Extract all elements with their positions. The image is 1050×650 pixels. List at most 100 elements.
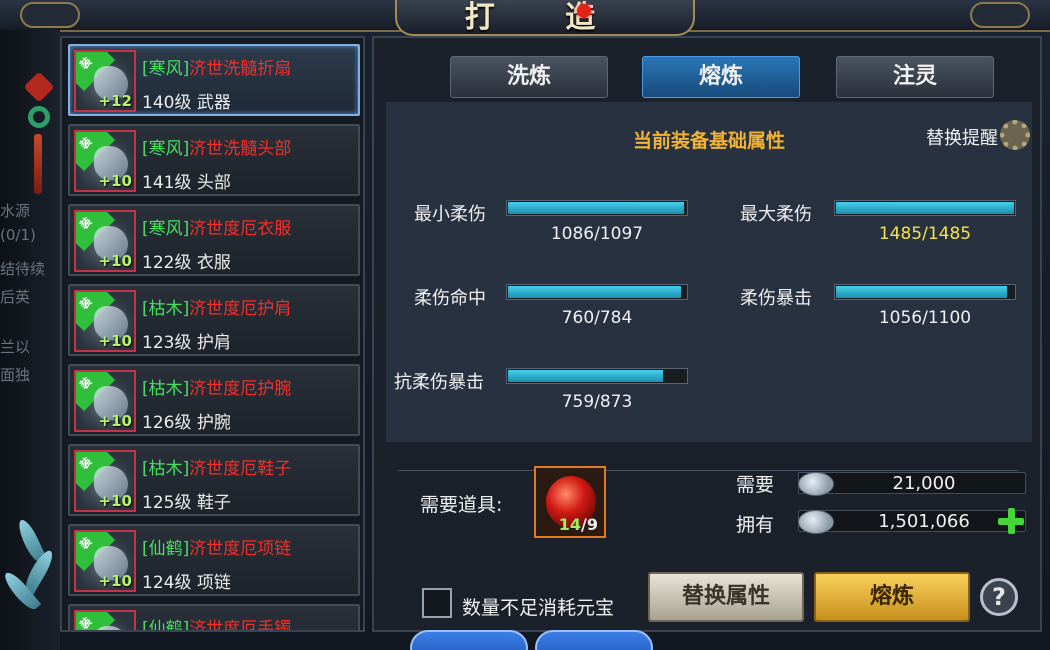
enhance-level: +10: [98, 172, 132, 190]
equipment-tag: [枯木]: [142, 379, 190, 399]
smelt-button[interactable]: 熔炼: [814, 572, 970, 622]
equipment-list-item[interactable]: 装 +10 [枯木]济世度厄护腕 126级 护腕: [68, 364, 360, 436]
title-plate: 打 造: [395, 0, 695, 36]
enhance-level: +10: [98, 572, 132, 590]
equipment-name: [仙鹤]济世度厄手镯: [142, 614, 292, 632]
plant-decoration-icon: [0, 517, 60, 630]
equipment-icon: 装: [74, 610, 136, 630]
replace-remind-label[interactable]: 替换提醒: [926, 124, 998, 150]
equipment-level: 126级 护腕: [142, 413, 231, 433]
bottom-button-left[interactable]: [410, 630, 528, 650]
equipment-image: [94, 626, 128, 630]
stat-value-crit: 1056/1100: [878, 308, 972, 328]
enhance-level: +10: [98, 252, 132, 270]
stat-bar-min-damage: [506, 200, 688, 216]
stat-bar-crit-resist: [506, 368, 688, 384]
equipment-list-item[interactable]: 装 +10 [枯木]济世度厄护肩 123级 护肩: [68, 284, 360, 356]
equipment-tag: [寒风]: [142, 139, 190, 159]
equipment-title: 济世度厄护腕: [189, 379, 292, 399]
stat-label-min-damage: 最小柔伤: [414, 204, 486, 225]
stat-label-max-damage: 最大柔伤: [740, 204, 812, 225]
replace-attributes-button[interactable]: 替换属性: [648, 572, 804, 622]
divider: [398, 470, 1018, 471]
silver-icon: [798, 510, 834, 534]
equipment-title: 济世度厄手镯: [189, 619, 292, 632]
equipment-icon: 装 +10: [74, 450, 136, 512]
equipment-title: 济世度厄护肩: [189, 299, 292, 319]
equipment-level: 122级 衣服: [142, 253, 231, 273]
use-gold-checkbox[interactable]: [422, 588, 452, 618]
bg-text-3: 结待续: [0, 260, 46, 278]
corner-ornament-right: [970, 2, 1030, 28]
tab-infuse[interactable]: 注灵: [836, 56, 994, 98]
equipment-list-item[interactable]: 装 +12 [寒风]济世洗髓折扇 140级 武器: [68, 44, 360, 116]
equipment-level: 140级 武器: [142, 93, 231, 113]
equipment-title: 济世度厄鞋子: [189, 459, 292, 479]
stat-bar-max-damage: [834, 200, 1016, 216]
stat-label-crit: 柔伤暴击: [740, 288, 812, 309]
equipment-name: [枯木]济世度厄护腕: [142, 374, 291, 399]
equipment-icon: 装 +10: [74, 370, 136, 432]
equipment-title: 济世洗髓头部: [189, 139, 292, 159]
stat-fill: [508, 202, 685, 214]
enhance-level: +10: [98, 332, 132, 350]
equipment-icon: 装 +10: [74, 130, 136, 192]
required-item-label: 需要道具:: [420, 494, 503, 516]
tab-refine[interactable]: 洗炼: [450, 56, 608, 98]
gear-icon[interactable]: [1000, 120, 1030, 150]
bg-text-5: 兰以: [0, 338, 31, 356]
stat-fill: [508, 286, 681, 298]
equipment-title: 济世度厄项链: [189, 539, 292, 559]
material-have: 14: [558, 515, 582, 534]
equipment-name: [仙鹤]济世度厄项链: [142, 534, 291, 559]
equipment-title: 济世洗髓折扇: [189, 59, 292, 79]
equipment-name: [寒风]济世度厄衣服: [142, 214, 291, 239]
stat-value-min-damage: 1086/1097: [550, 224, 644, 244]
equipment-level: 125级 鞋子: [142, 493, 231, 513]
stat-fill: [836, 202, 1014, 214]
equipment-list-item[interactable]: 装 +10 [寒风]济世洗髓头部 141级 头部: [68, 124, 360, 196]
use-gold-checkbox-label: 数量不足消耗元宝: [462, 597, 615, 619]
smelt-panel: 洗炼 熔炼 注灵 当前装备基础属性 替换提醒 最小柔伤 1086/1097 最大…: [372, 36, 1042, 632]
window-title: 打 造: [464, 0, 626, 35]
enhance-level: +10: [98, 492, 132, 510]
bg-text-6: 面独: [0, 366, 31, 384]
help-icon[interactable]: ?: [980, 578, 1018, 616]
stat-fill: [836, 286, 1007, 298]
stat-label-hit: 柔伤命中: [414, 288, 486, 309]
equipment-level: 124级 项链: [142, 573, 231, 593]
stat-bar-crit: [834, 284, 1016, 300]
equipment-icon: 装 +12: [74, 50, 136, 112]
bg-text-2: (0/1): [0, 226, 36, 244]
equipment-list-item[interactable]: 装 +10 [枯木]济世度厄鞋子 125级 鞋子: [68, 444, 360, 516]
equipment-name: [寒风]济世洗髓头部: [142, 134, 291, 159]
enhance-level: +12: [98, 92, 132, 110]
need-value: 21,000: [892, 473, 956, 494]
equipment-list-item[interactable]: 装 +10 [仙鹤]济世度厄项链 124级 项链: [68, 524, 360, 596]
equipment-icon: 装 +10: [74, 290, 136, 352]
enhance-level: +10: [98, 412, 132, 430]
notification-dot: [577, 4, 591, 18]
bottom-button-right[interactable]: [535, 630, 653, 650]
stat-fill: [508, 370, 663, 382]
material-slot[interactable]: 14/9: [534, 466, 606, 538]
need-label: 需要: [736, 474, 775, 496]
equipment-list-item[interactable]: 装 [仙鹤]济世度厄手镯: [68, 604, 360, 632]
equipment-tag: [枯木]: [142, 459, 190, 479]
material-need: /9: [581, 515, 598, 534]
equipment-list-item[interactable]: 装 +10 [寒风]济世度厄衣服 122级 衣服: [68, 204, 360, 276]
equipment-level: 123级 护肩: [142, 333, 231, 353]
equipment-tag: [寒风]: [142, 219, 190, 239]
own-label: 拥有: [736, 514, 775, 536]
equipment-name: [寒风]济世洗髓折扇: [142, 54, 291, 79]
forge-window: 打 造 水源 (0/1) 结待续 后英 兰以 面独 装 +12 [寒风]济世洗髓折扇…: [0, 0, 1050, 650]
tab-smelt[interactable]: 熔炼: [642, 56, 800, 98]
stat-value-max-damage: 1485/1485: [878, 224, 972, 244]
plus-icon[interactable]: [998, 508, 1024, 534]
equipment-tag: [寒风]: [142, 59, 190, 79]
equipment-title: 济世度厄衣服: [189, 219, 292, 239]
equipment-name: [枯木]济世度厄鞋子: [142, 454, 291, 479]
equipment-icon: 装 +10: [74, 530, 136, 592]
equipment-list[interactable]: 装 +12 [寒风]济世洗髓折扇 140级 武器装 +10 [寒风]济世洗髓头部 141级 …: [60, 36, 365, 632]
equipment-name: [枯木]济世度厄护肩: [142, 294, 291, 319]
